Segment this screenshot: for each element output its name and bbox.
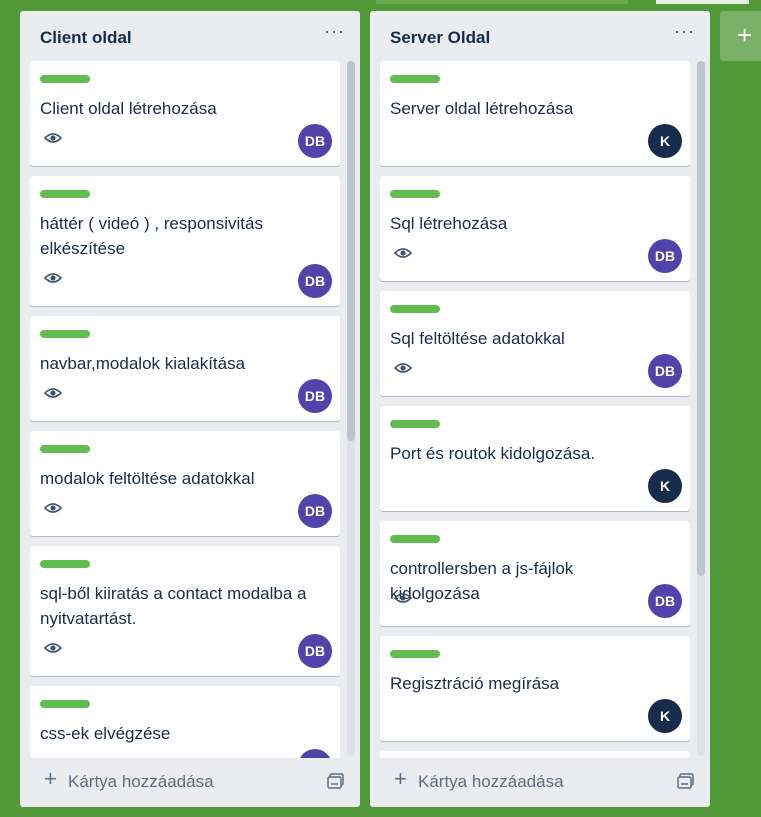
avatar[interactable]: DB <box>648 354 682 388</box>
avatar[interactable]: DB <box>648 239 682 273</box>
avatar[interactable]: K <box>648 124 682 158</box>
scrollbar-thumb[interactable] <box>697 61 705 576</box>
avatar[interactable]: K <box>648 699 682 733</box>
card[interactable]: css-ek elvégzése DB <box>30 686 340 758</box>
card-title: Server oldal létrehozása <box>390 99 574 118</box>
list-title[interactable]: Client oldal <box>40 28 132 48</box>
eye-icon <box>44 643 62 653</box>
green-label[interactable] <box>390 190 440 198</box>
list-header: Client oldal ··· <box>20 11 360 61</box>
card-title: css-ek elvégzése <box>40 724 171 743</box>
card-template-icon[interactable] <box>677 773 694 789</box>
more-options-icon[interactable]: ··· <box>324 22 344 45</box>
add-list-button[interactable]: + <box>720 11 761 61</box>
green-label[interactable] <box>390 535 440 543</box>
eye-icon <box>394 593 412 603</box>
add-list-label: + <box>737 20 753 50</box>
board-header-edge <box>656 0 749 4</box>
add-card-label: Kártya hozzáadása <box>68 772 214 791</box>
card-list: Server oldal létrehozása K Sql létrehozá… <box>380 61 714 758</box>
eye-icon <box>44 273 62 283</box>
avatar[interactable]: K <box>648 469 682 503</box>
green-label[interactable] <box>40 330 90 338</box>
card-list: Client oldal létrehozása DB háttér ( vid… <box>30 61 364 758</box>
card-title: Sql létrehozása <box>390 214 508 233</box>
card[interactable]: háttér ( videó ) , responsivitás elkészí… <box>30 176 340 306</box>
avatar[interactable]: DB <box>298 749 332 758</box>
avatar[interactable]: DB <box>298 634 332 668</box>
list-title[interactable]: Server Oldal <box>390 28 490 48</box>
card[interactable]: Sql létrehozása DB <box>380 176 690 281</box>
card[interactable]: Server oldal létrehozása K <box>380 61 690 166</box>
avatar[interactable]: DB <box>648 584 682 618</box>
green-label[interactable] <box>390 650 440 658</box>
card[interactable]: Regisztráció megírása K <box>380 636 690 741</box>
green-label[interactable] <box>390 305 440 313</box>
card-title: Client oldal létrehozása <box>40 99 217 118</box>
board-header-edge <box>376 0 628 4</box>
avatar[interactable]: DB <box>298 494 332 528</box>
card[interactable]: Sql feltöltése adatokkal DB <box>380 291 690 396</box>
avatar[interactable]: DB <box>298 124 332 158</box>
more-options-icon[interactable]: ··· <box>674 22 694 45</box>
card[interactable] <box>380 751 690 758</box>
scrollbar[interactable] <box>697 61 705 756</box>
eye-icon <box>44 756 62 758</box>
card-title: navbar,modalok kialakítása <box>40 354 246 373</box>
eye-icon <box>394 248 412 258</box>
card-title: Sql feltöltése adatokkal <box>390 329 565 348</box>
card[interactable]: Client oldal létrehozása DB <box>30 61 340 166</box>
add-card-label: Kártya hozzáadása <box>418 772 564 791</box>
scrollbar[interactable] <box>347 61 355 756</box>
list-server-oldal: Server Oldal ··· Server oldal létrehozás… <box>370 11 710 807</box>
card-title: Regisztráció megírása <box>390 674 560 693</box>
eye-icon <box>44 503 62 513</box>
card-title: sql-ből kiiratás a contact modalba a nyi… <box>40 584 307 628</box>
eye-icon <box>44 388 62 398</box>
green-label[interactable] <box>40 445 90 453</box>
eye-icon <box>44 133 62 143</box>
card-title: Port és routok kidolgozása. <box>390 444 596 463</box>
card-title: modalok feltöltése adatokkal <box>40 469 255 488</box>
add-card-button[interactable]: + Kártya hozzáadása <box>32 765 348 797</box>
avatar[interactable]: DB <box>298 379 332 413</box>
card-title: controllersben a js-fájlok kidolgozása <box>390 559 574 603</box>
list-client-oldal: Client oldal ··· Client oldal létrehozás… <box>20 11 360 807</box>
card[interactable]: controllersben a js-fájlok kidolgozása D… <box>380 521 690 626</box>
list-header: Server Oldal ··· <box>370 11 710 61</box>
card-template-icon[interactable] <box>327 773 344 789</box>
green-label[interactable] <box>40 700 90 708</box>
green-label[interactable] <box>390 420 440 428</box>
eye-icon <box>394 363 412 373</box>
avatar[interactable]: DB <box>298 264 332 298</box>
card[interactable]: sql-ből kiiratás a contact modalba a nyi… <box>30 546 340 676</box>
green-label[interactable] <box>390 75 440 83</box>
card[interactable]: modalok feltöltése adatokkal DB <box>30 431 340 536</box>
plus-icon: + <box>44 766 57 791</box>
card-title: háttér ( videó ) , responsivitás elkészí… <box>40 214 263 258</box>
add-card-button[interactable]: + Kártya hozzáadása <box>382 765 698 797</box>
plus-icon: + <box>394 766 407 791</box>
scrollbar-thumb[interactable] <box>347 61 355 441</box>
green-label[interactable] <box>40 75 90 83</box>
card[interactable]: Port és routok kidolgozása. K <box>380 406 690 511</box>
card[interactable]: navbar,modalok kialakítása DB <box>30 316 340 421</box>
green-label[interactable] <box>40 190 90 198</box>
green-label[interactable] <box>40 560 90 568</box>
